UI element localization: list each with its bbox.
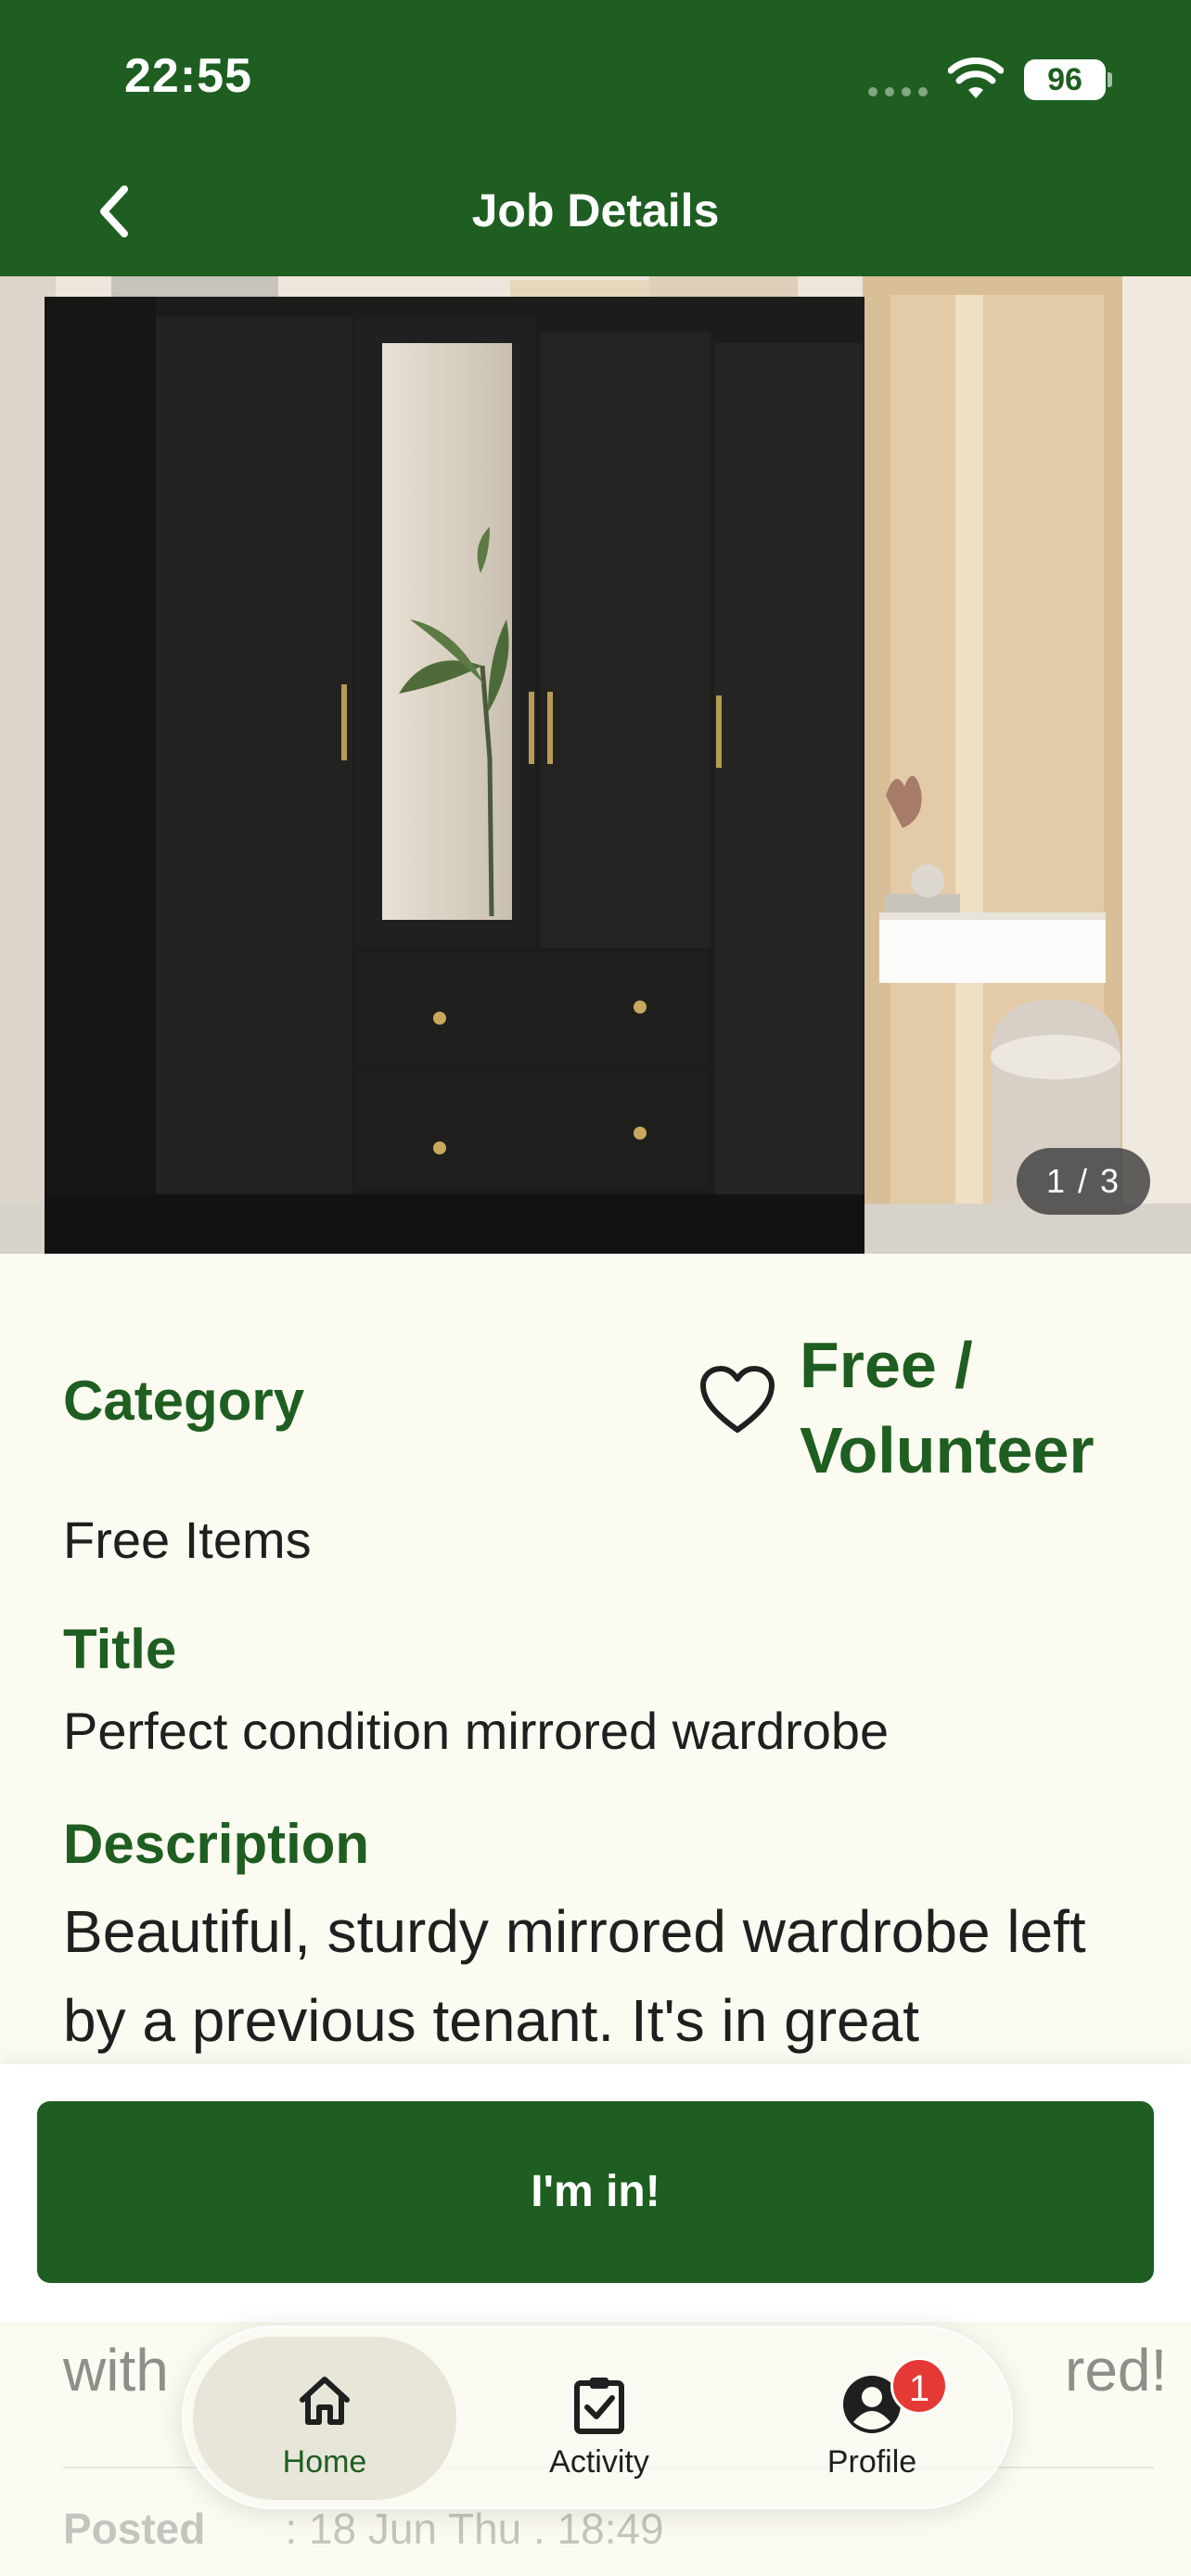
nav-activity[interactable]: Activity [467,2337,731,2500]
nav-activity-label: Activity [549,2444,649,2480]
nav-profile[interactable]: 1 Profile [740,2337,1004,2500]
im-in-button[interactable]: I'm in! [37,2101,1154,2283]
cellular-signal-icon [868,87,928,96]
description-partial-start: with [63,2337,169,2404]
notification-badge: 1 [890,2357,948,2415]
description-partial-end: red! [1065,2337,1167,2404]
description-text: Beautiful, sturdy mirrored wardrobe left… [63,1898,1086,2054]
image-pager-indicator: 1 / 3 [1017,1148,1150,1215]
nav-home[interactable]: Home [193,2337,456,2500]
category-value: Free Items [63,1511,312,1569]
app-header: 22:55 96 Job Details [0,0,1191,276]
bottom-nav: Home Activity 1 Profile [182,2326,1013,2509]
nav-profile-label: Profile [826,2444,917,2480]
status-time: 22:55 [124,49,252,103]
home-icon [300,2377,350,2425]
posted-value: : 18 Jun Thu . 18:49 [285,2505,664,2553]
nav-home-label: Home [282,2444,367,2480]
posted-label: Posted [63,2505,206,2553]
wifi-icon [948,57,1004,98]
listing-image-carousel[interactable]: 1 / 3 [0,276,1191,1254]
battery-indicator: 96 [1024,59,1106,100]
clipboard-check-icon [574,2378,624,2434]
posted-row: Posted : 18 Jun Thu . 18:49 [63,2504,1167,2554]
title-value: Perfect condition mirrored wardrobe [63,1702,890,1760]
title-label: Title [63,1618,177,1680]
page-title: Job Details [471,185,720,236]
category-label: Category [63,1370,305,1432]
action-panel: I'm in! [0,2064,1191,2322]
wardrobe-photo [0,276,1191,1254]
heart-icon[interactable] [699,1365,775,1435]
price-label: Free / Volunteer [800,1329,1095,1486]
battery-tip [1108,72,1112,87]
description-label: Description [63,1813,370,1875]
